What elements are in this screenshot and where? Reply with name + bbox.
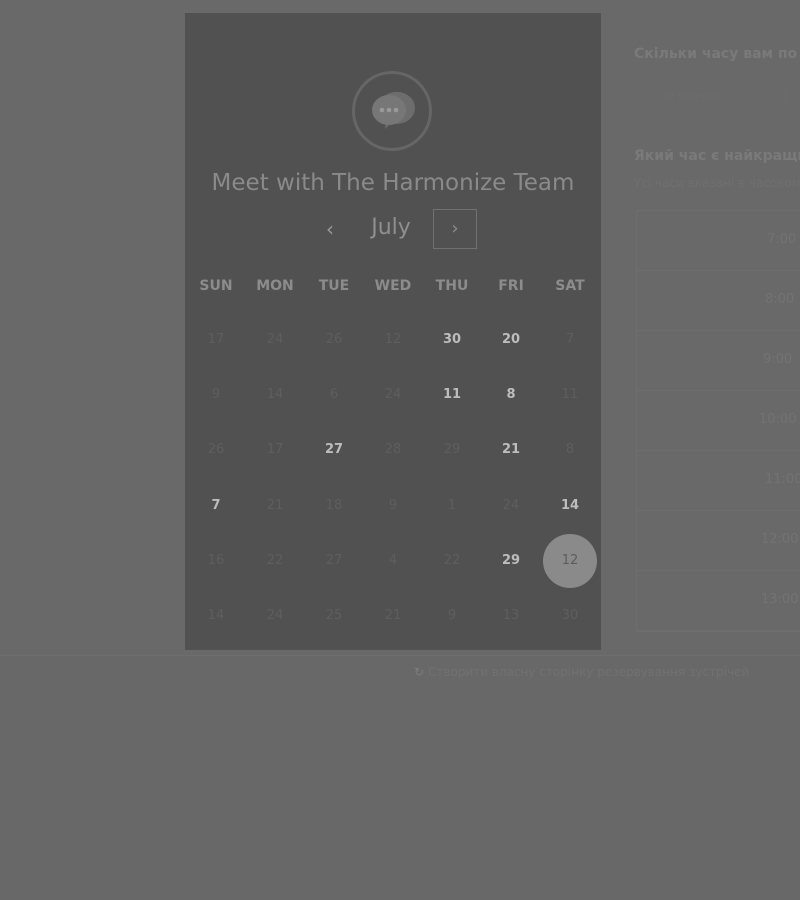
calendar-day: 25 <box>325 608 343 623</box>
calendar-day: 22 <box>443 553 461 568</box>
time-slot[interactable]: 8:00 <box>637 271 800 331</box>
time-question: Який час є найкращи <box>634 148 800 164</box>
avatar <box>352 71 432 151</box>
meeting-title: Meet with The Harmonize Team <box>211 170 575 196</box>
time-slot-label: 10:00 <box>759 412 797 427</box>
calendar-day[interactable]: 14 <box>543 479 597 533</box>
calendar-day[interactable]: 21 <box>484 423 538 477</box>
create-booking-page-link[interactable]: ↻ Створити власну сторінку резервування з… <box>414 665 749 679</box>
calendar-day: 28 <box>384 442 402 457</box>
time-slot-list: 7:00 8:00 9:00 10:00 11:00 12:00 13:00 <box>636 210 800 632</box>
time-slot[interactable]: 11:00 <box>637 451 800 511</box>
calendar-day: 16 <box>207 553 225 568</box>
weekday-label: FRI <box>498 278 524 294</box>
time-slot[interactable]: 12:00 <box>637 511 800 571</box>
calendar-day[interactable]: 29 <box>484 534 538 588</box>
next-month-button[interactable]: › <box>433 209 477 249</box>
selected-day[interactable]: 12 <box>543 534 597 588</box>
timezone-note: Усі часи вказані в часовому <box>634 176 800 190</box>
time-slot-label: 8:00 <box>765 292 795 307</box>
time-slot[interactable]: 10:00 <box>637 391 800 451</box>
time-slot-label: 7:00 <box>767 232 797 247</box>
calendar-day: 21 <box>266 498 284 513</box>
calendar-day: 1 <box>447 498 457 513</box>
month-label: July <box>371 215 411 240</box>
duration-option-30-min[interactable]: 30 хвилин <box>660 90 719 103</box>
calendar-panel: Meet with The Harmonize Team ‹ July › SU… <box>185 13 601 650</box>
calendar-day: 9 <box>211 387 221 402</box>
calendar-day: 18 <box>325 498 343 513</box>
calendar-day[interactable]: 11 <box>425 368 479 422</box>
calendar-day: 24 <box>384 387 402 402</box>
link-icon: ↻ <box>414 665 425 679</box>
time-slot-label: 13:00 <box>761 592 799 607</box>
calendar-day: 30 <box>561 608 579 623</box>
calendar-day: 27 <box>325 553 343 568</box>
calendar-day[interactable]: 30 <box>425 313 479 367</box>
calendar-day: 12 <box>384 332 402 347</box>
calendar-day[interactable]: 7 <box>189 479 243 533</box>
calendar-day: 9 <box>388 498 398 513</box>
calendar-day: 26 <box>207 442 225 457</box>
calendar-day[interactable]: 20 <box>484 313 538 367</box>
calendar-day: 14 <box>266 387 284 402</box>
calendar-day: 24 <box>502 498 520 513</box>
previous-month-button[interactable]: ‹ <box>319 217 341 241</box>
duration-question: Скільки часу вам по <box>634 46 798 62</box>
time-slot[interactable]: 9:00 <box>637 331 800 391</box>
create-booking-page-label: Створити власну сторінку резервування зу… <box>428 665 750 679</box>
weekday-label: THU <box>435 278 469 294</box>
calendar-day: 9 <box>447 608 457 623</box>
weekday-label: TUE <box>318 278 350 294</box>
calendar-day: 4 <box>388 553 398 568</box>
calendar-day: 13 <box>502 608 520 623</box>
weekday-label: WED <box>374 278 412 294</box>
calendar-day: 21 <box>384 608 402 623</box>
weekday-label: MON <box>256 278 294 294</box>
time-slot[interactable]: 7:00 <box>637 211 800 271</box>
calendar-day: 11 <box>561 387 579 402</box>
weekday-label: SAT <box>555 278 585 294</box>
calendar-day: 29 <box>443 442 461 457</box>
time-slot[interactable]: 13:00 <box>637 571 800 631</box>
calendar-day: 26 <box>325 332 343 347</box>
calendar-day: 7 <box>565 332 575 347</box>
calendar-day: 17 <box>207 332 225 347</box>
calendar-day: 24 <box>266 608 284 623</box>
calendar-day: 8 <box>565 442 575 457</box>
calendar-day[interactable]: 8 <box>484 368 538 422</box>
weekday-label: SUN <box>199 278 233 294</box>
calendar-day: 14 <box>207 608 225 623</box>
calendar-day[interactable]: 27 <box>307 423 361 477</box>
calendar-day: 24 <box>266 332 284 347</box>
calendar-day: 6 <box>329 387 339 402</box>
time-slot-label: 9:00 <box>763 352 793 367</box>
calendar-day: 22 <box>266 553 284 568</box>
chat-bubble-icon <box>372 91 415 129</box>
booking-panel: Скільки часу вам по 30 хвилин 1 г Який ч… <box>618 0 800 655</box>
calendar-day: 17 <box>266 442 284 457</box>
duration-option-1-hour[interactable]: 1 г <box>782 90 798 103</box>
time-slot-label: 11:00 <box>765 472 800 487</box>
time-slot-label: 12:00 <box>761 532 799 547</box>
